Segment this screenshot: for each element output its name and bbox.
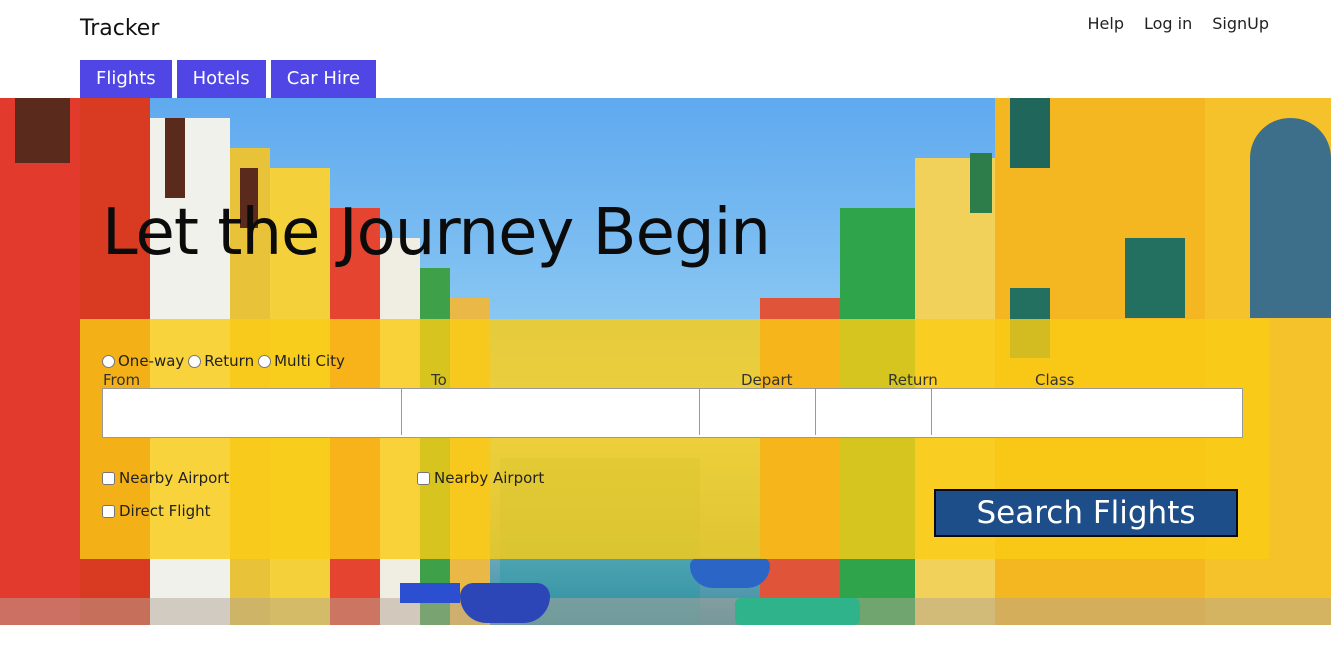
flight-search-panel: One-way Return Multi City From To Depart… [80,319,1269,559]
top-nav: Help Log in SignUp [1088,14,1270,33]
depart-label: Depart [741,371,793,389]
trip-type-group: One-way Return Multi City [102,352,349,370]
tab-flights[interactable]: Flights [80,60,172,98]
search-fields-row [102,388,1243,438]
return-radio[interactable] [188,354,202,368]
help-link[interactable]: Help [1088,14,1124,33]
multi-city-option[interactable]: Multi City [258,352,345,370]
class-input[interactable] [932,389,1240,435]
to-label: To [431,371,447,389]
tab-hotels[interactable]: Hotels [176,60,266,98]
category-tabs: Flights Hotels Car Hire [80,60,377,98]
direct-flight-option[interactable]: Direct Flight [102,502,211,520]
multi-city-label: Multi City [274,352,345,370]
tab-car-hire[interactable]: Car Hire [270,60,377,98]
nearby-airport-from-option[interactable]: Nearby Airport [102,469,229,487]
hero-bottom-notch [615,625,735,639]
nearby-airport-to-label: Nearby Airport [434,469,545,487]
return-input[interactable] [816,389,932,435]
class-label: Class [1035,371,1075,389]
hero-title: Let the Journey Begin [102,196,771,270]
login-link[interactable]: Log in [1144,14,1192,33]
return-option[interactable]: Return [188,352,254,370]
nearby-airport-to-checkbox[interactable] [417,471,430,485]
return-label: Return [204,352,255,370]
nearby-airport-from-checkbox[interactable] [102,471,115,485]
depart-input[interactable] [700,389,816,435]
from-label: From [103,371,141,389]
one-way-label: One-way [118,352,185,370]
nearby-airport-to-option[interactable]: Nearby Airport [417,469,544,487]
search-flights-button[interactable]: Search Flights [934,489,1238,537]
to-input[interactable] [402,389,700,435]
return-date-label: Return [888,371,938,389]
one-way-option[interactable]: One-way [102,352,184,370]
direct-flight-checkbox[interactable] [102,504,115,518]
multi-city-radio[interactable] [258,354,272,368]
brand-logo[interactable]: Tracker [80,16,159,41]
one-way-radio[interactable] [102,354,115,368]
direct-flight-label: Direct Flight [119,502,211,520]
signup-link[interactable]: SignUp [1212,14,1269,33]
from-input[interactable] [103,389,402,435]
nearby-airport-from-label: Nearby Airport [119,469,230,487]
